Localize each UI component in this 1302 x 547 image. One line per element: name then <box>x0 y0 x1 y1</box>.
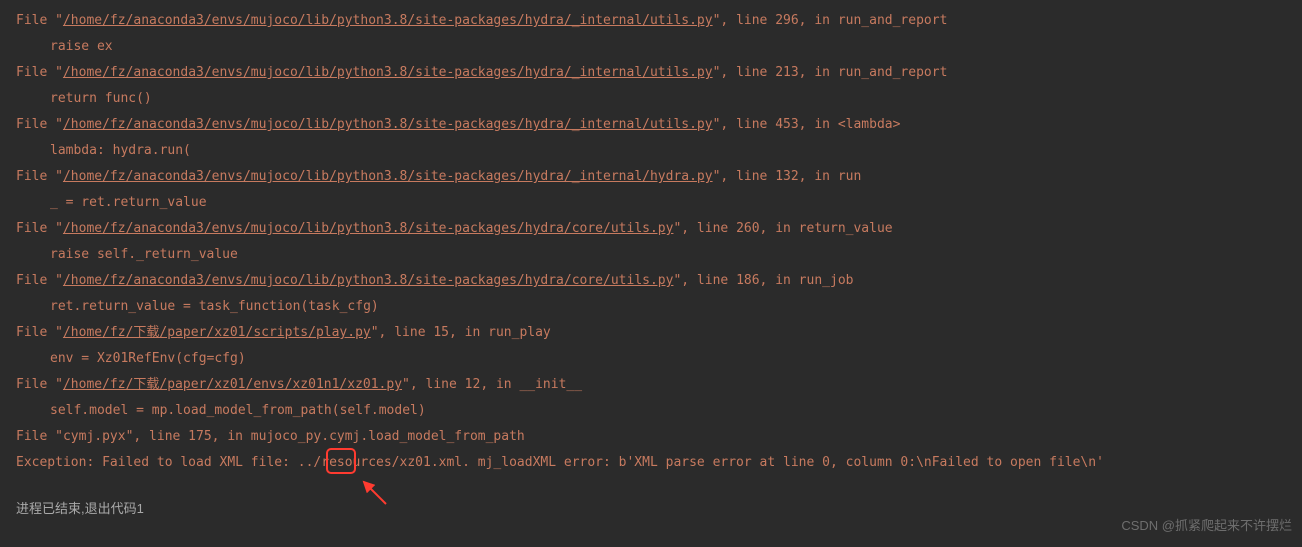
file-prefix: File " <box>16 169 63 184</box>
file-prefix: File " <box>16 13 63 28</box>
frame-file-line: File "/home/fz/下载/paper/xz01/envs/xz01n1… <box>0 372 1302 398</box>
frame-file-line: File "/home/fz/anaconda3/envs/mujoco/lib… <box>0 164 1302 190</box>
line-info: ", line 296, in run_and_report <box>713 13 948 28</box>
line-info: ", line 186, in run_job <box>673 273 853 288</box>
file-path-link[interactable]: /home/fz/anaconda3/envs/mujoco/lib/pytho… <box>63 273 673 288</box>
frame-file-line: File "/home/fz/anaconda3/envs/mujoco/lib… <box>0 8 1302 34</box>
watermark: CSDN @抓紧爬起来不许摆烂 <box>1121 513 1292 539</box>
file-prefix: File " <box>16 273 63 288</box>
exception-suffix: ../resources/xz01.xml. mj_loadXML error:… <box>298 455 1104 470</box>
file-prefix: File " <box>16 377 63 392</box>
frame-code-line: ret.return_value = task_function(task_cf… <box>0 294 1302 320</box>
exception-prefix: Exception: Failed to load XML file: <box>16 455 298 470</box>
frame-file-line: File "/home/fz/anaconda3/envs/mujoco/lib… <box>0 112 1302 138</box>
traceback-container: File "/home/fz/anaconda3/envs/mujoco/lib… <box>0 8 1302 424</box>
file-path-link[interactable]: /home/fz/下载/paper/xz01/scripts/play.py <box>63 325 371 340</box>
file-path-link[interactable]: /home/fz/anaconda3/envs/mujoco/lib/pytho… <box>63 117 713 132</box>
file-path-link[interactable]: /home/fz/anaconda3/envs/mujoco/lib/pytho… <box>63 13 713 28</box>
line-info: ", line 453, in <lambda> <box>713 117 901 132</box>
frame-file-line: File "/home/fz/下载/paper/xz01/scripts/pla… <box>0 320 1302 346</box>
last-frame-text: File "cymj.pyx", line 175, in mujoco_py.… <box>16 429 525 444</box>
frame-code-line: lambda: hydra.run( <box>0 138 1302 164</box>
last-frame-line: File "cymj.pyx", line 175, in mujoco_py.… <box>0 424 1302 450</box>
line-info: ", line 260, in return_value <box>673 221 892 236</box>
file-path-link[interactable]: /home/fz/anaconda3/envs/mujoco/lib/pytho… <box>63 169 713 184</box>
frame-file-line: File "/home/fz/anaconda3/envs/mujoco/lib… <box>0 268 1302 294</box>
line-info: ", line 12, in __init__ <box>402 377 582 392</box>
frame-code-line: raise self._return_value <box>0 242 1302 268</box>
frame-code-line: self.model = mp.load_model_from_path(sel… <box>0 398 1302 424</box>
file-prefix: File " <box>16 221 63 236</box>
frame-code-line: raise ex <box>0 34 1302 60</box>
frame-code-line: env = Xz01RefEnv(cfg=cfg) <box>0 346 1302 372</box>
file-path-link[interactable]: /home/fz/anaconda3/envs/mujoco/lib/pytho… <box>63 221 673 236</box>
exit-message: 进程已结束,退出代码1 <box>0 496 1302 522</box>
file-prefix: File " <box>16 65 63 80</box>
frame-file-line: File "/home/fz/anaconda3/envs/mujoco/lib… <box>0 216 1302 242</box>
file-path-link[interactable]: /home/fz/anaconda3/envs/mujoco/lib/pytho… <box>63 65 713 80</box>
line-info: ", line 132, in run <box>713 169 862 184</box>
exception-line: Exception: Failed to load XML file: ../r… <box>0 450 1302 476</box>
line-info: ", line 213, in run_and_report <box>713 65 948 80</box>
file-path-link[interactable]: /home/fz/下载/paper/xz01/envs/xz01n1/xz01.… <box>63 377 402 392</box>
frame-code-line: return func() <box>0 86 1302 112</box>
frame-code-line: _ = ret.return_value <box>0 190 1302 216</box>
file-prefix: File " <box>16 325 63 340</box>
file-prefix: File " <box>16 117 63 132</box>
line-info: ", line 15, in run_play <box>371 325 551 340</box>
frame-file-line: File "/home/fz/anaconda3/envs/mujoco/lib… <box>0 60 1302 86</box>
